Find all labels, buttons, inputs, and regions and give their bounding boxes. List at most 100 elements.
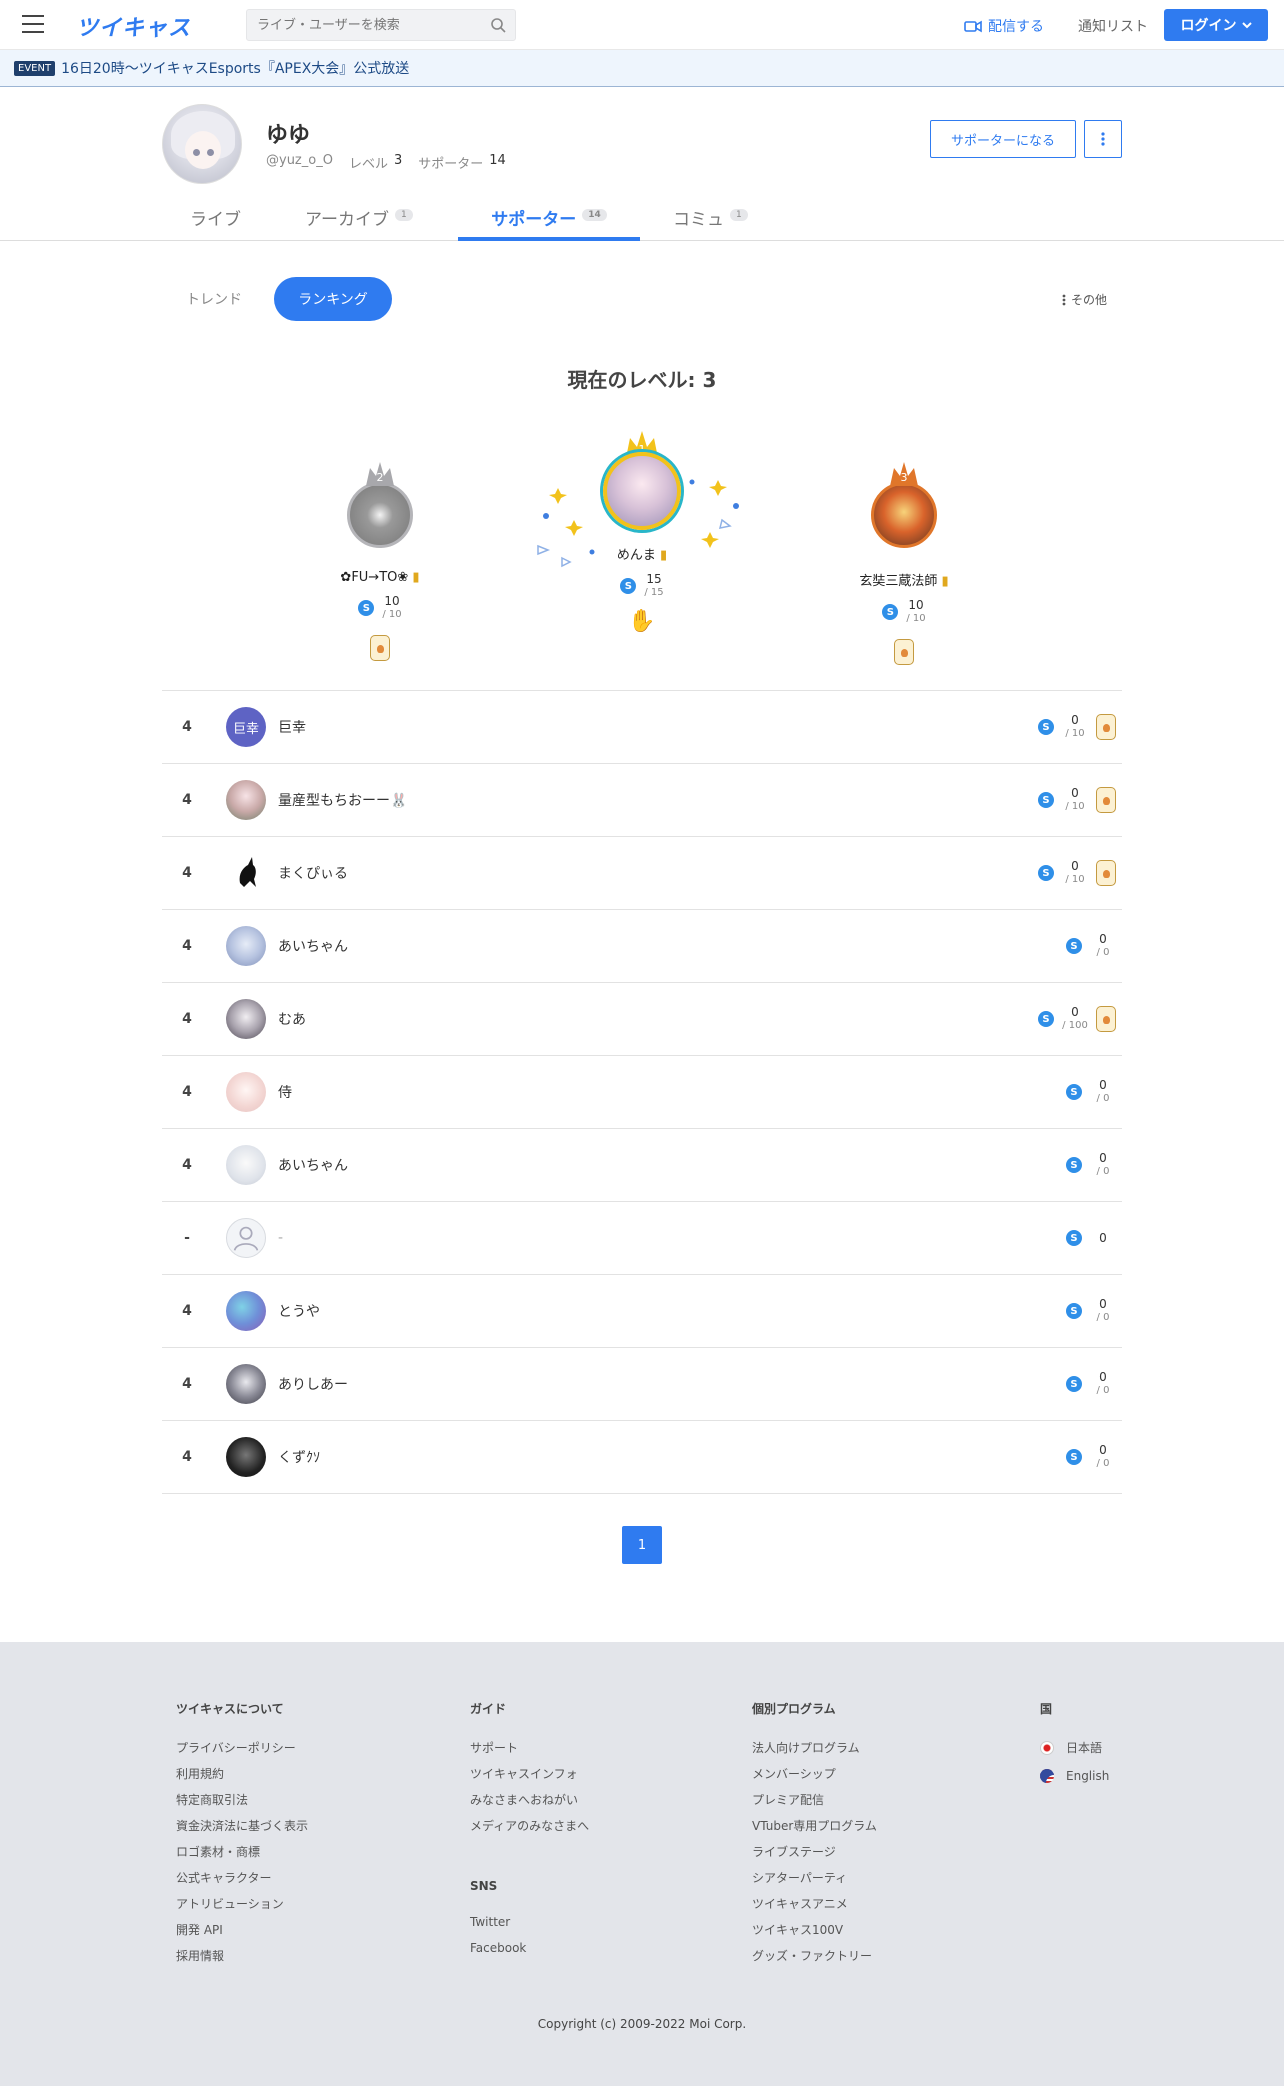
footer-link[interactable]: 利用規約 (176, 1765, 308, 1781)
rank-number: 4 (182, 938, 192, 954)
table-row[interactable]: 4 とうや S 0/ 0 (162, 1274, 1122, 1347)
podium-third[interactable]: 3 玄奘三蔵法師 ▮ S 10/ 10 (784, 458, 1024, 669)
footer-link[interactable]: 公式キャラクター (176, 1869, 308, 1885)
coin-icon: S (1038, 865, 1054, 881)
lang-english[interactable]: English (1040, 1769, 1109, 1785)
podium-second[interactable]: 2 ✿FU→TO❀ ▮ S 10/ 10 (260, 458, 500, 665)
search-input[interactable] (247, 10, 477, 40)
profile-avatar[interactable] (162, 104, 242, 184)
tab-live[interactable]: ライブ (190, 196, 241, 241)
avatar[interactable] (226, 1364, 266, 1404)
user-name[interactable]: くずｸｿ (278, 1447, 1066, 1467)
footer-link[interactable]: Twitter (470, 1915, 589, 1931)
footer-link[interactable]: VTuber専用プログラム (752, 1817, 877, 1833)
footer-link[interactable]: みなさまへおねがい (470, 1791, 589, 1807)
avatar[interactable] (226, 1072, 266, 1112)
become-supporter-button[interactable]: サポーターになる (930, 120, 1076, 158)
table-row[interactable]: 4 まくぴぃる S 0/ 10 (162, 836, 1122, 909)
footer-link[interactable]: ツイキャスアニメ (752, 1895, 877, 1911)
tab-count: 14 (582, 209, 607, 221)
footer-link[interactable]: ツイキャス100V (752, 1921, 877, 1937)
user-name[interactable]: むあ (278, 1009, 1038, 1029)
footer-link[interactable]: プレミア配信 (752, 1791, 877, 1807)
notify-list-link[interactable]: 通知リスト (1078, 16, 1148, 36)
user-name[interactable]: 巨幸 (278, 717, 1038, 737)
more-options-button[interactable] (1084, 120, 1122, 158)
search-box[interactable] (246, 9, 516, 41)
avatar[interactable] (226, 1218, 266, 1258)
table-row[interactable]: 4 侍 S 0/ 0 (162, 1055, 1122, 1128)
coin-icon: S (620, 578, 637, 594)
avatar[interactable]: 巨幸 (226, 707, 266, 747)
avatar[interactable] (226, 1437, 266, 1477)
user-name[interactable]: ありしあー (278, 1374, 1066, 1394)
tab-supporter[interactable]: サポーター 14 (458, 196, 640, 241)
table-row[interactable]: - - S 0 (162, 1201, 1122, 1274)
table-row[interactable]: 4 むあ S 0/ 100 (162, 982, 1122, 1055)
footer-link[interactable]: ツイキャスインフォ (470, 1765, 589, 1781)
footer-link[interactable]: グッズ・ファクトリー (752, 1947, 877, 1963)
search-icon[interactable] (490, 17, 506, 33)
tab-archive[interactable]: アーカイブ 1 (305, 196, 413, 241)
support-badge-icon (784, 639, 1024, 669)
footer-link[interactable]: サポート (470, 1739, 589, 1755)
event-text[interactable]: 16日20時〜ツイキャスEsports『APEX大会』公式放送 (61, 58, 409, 78)
menu-icon[interactable] (22, 15, 44, 35)
table-row[interactable]: 4 あいちゃん S 0/ 0 (162, 1128, 1122, 1201)
lang-japanese[interactable]: 日本語 (1040, 1739, 1109, 1755)
coin-icon: S (358, 600, 375, 616)
score: 0/ 0 (1096, 1078, 1110, 1105)
score: 0/ 0 (1096, 932, 1110, 959)
footer-link[interactable]: プライバシーポリシー (176, 1739, 308, 1755)
table-row[interactable]: 4 あいちゃん S 0/ 0 (162, 909, 1122, 982)
footer-link[interactable]: 開発 API (176, 1921, 308, 1937)
avatar[interactable] (226, 999, 266, 1039)
coin-icon: S (882, 604, 899, 620)
user-name[interactable]: とうや (278, 1301, 1066, 1321)
login-button[interactable]: ログイン (1164, 9, 1268, 41)
table-row[interactable]: 4 巨幸 巨幸 S 0/ 10 (162, 690, 1122, 763)
footer-link[interactable]: アトリビューション (176, 1895, 308, 1911)
footer-link[interactable]: メディアのみなさまへ (470, 1817, 589, 1833)
user-name[interactable]: あいちゃん (278, 936, 1066, 956)
podium-first[interactable]: 1 めんま ▮ S 15/ 15 ✋ (522, 428, 762, 634)
avatar[interactable] (226, 780, 266, 820)
rank-number: 4 (182, 1449, 192, 1465)
trend-toggle[interactable]: トレンド (174, 277, 254, 321)
footer-link[interactable]: ロゴ素材・商標 (176, 1843, 308, 1859)
table-row[interactable]: 4 ありしあー S 0/ 0 (162, 1347, 1122, 1420)
broadcast-link[interactable]: 配信する (964, 16, 1044, 36)
user-name[interactable]: - (278, 1230, 1066, 1246)
table-row[interactable]: 4 くずｸｿ S 0/ 0 (162, 1420, 1122, 1493)
footer-link[interactable]: 採用情報 (176, 1947, 308, 1963)
footer-link[interactable]: シアターパーティ (752, 1869, 877, 1885)
user-name[interactable]: 侍 (278, 1082, 1066, 1102)
level-value: 3 (393, 153, 403, 168)
us-flag-icon (1040, 1769, 1054, 1783)
footer-link[interactable]: 法人向けプログラム (752, 1739, 877, 1755)
user-name[interactable]: まくぴぃる (278, 863, 1038, 883)
footer-heading: ガイド (470, 1702, 507, 1716)
tab-community[interactable]: コミュ 1 (673, 196, 748, 241)
footer-link[interactable]: ライブステージ (752, 1843, 877, 1859)
event-banner[interactable]: EVENT 16日20時〜ツイキャスEsports『APEX大会』公式放送 (0, 50, 1284, 87)
footer-link[interactable]: メンバーシップ (752, 1765, 877, 1781)
footer-link[interactable]: Facebook (470, 1941, 589, 1957)
logo[interactable]: ツイキャス (76, 10, 191, 42)
avatar[interactable] (226, 926, 266, 966)
ranking-toggle[interactable]: ランキング (274, 277, 392, 321)
avatar[interactable] (226, 1291, 266, 1331)
avatar[interactable] (226, 1145, 266, 1185)
footer-link[interactable]: 特定商取引法 (176, 1791, 308, 1807)
footer-link[interactable]: 資金決済法に基づく表示 (176, 1817, 308, 1833)
other-menu[interactable]: その他 (1062, 291, 1107, 308)
footer-col-country: 国 日本語 English (1040, 1700, 1109, 1795)
table-row[interactable]: 4 量産型もちおーー🐰 S 0/ 10 (162, 763, 1122, 836)
user-name[interactable]: 量産型もちおーー🐰 (278, 790, 1038, 810)
rank-number: - (184, 1230, 190, 1246)
user-name[interactable]: あいちゃん (278, 1155, 1066, 1175)
coin-icon: S (1066, 1230, 1082, 1246)
rank-number: 4 (182, 719, 192, 735)
pagination-page-1[interactable]: 1 (622, 1526, 662, 1564)
avatar[interactable] (226, 853, 266, 893)
